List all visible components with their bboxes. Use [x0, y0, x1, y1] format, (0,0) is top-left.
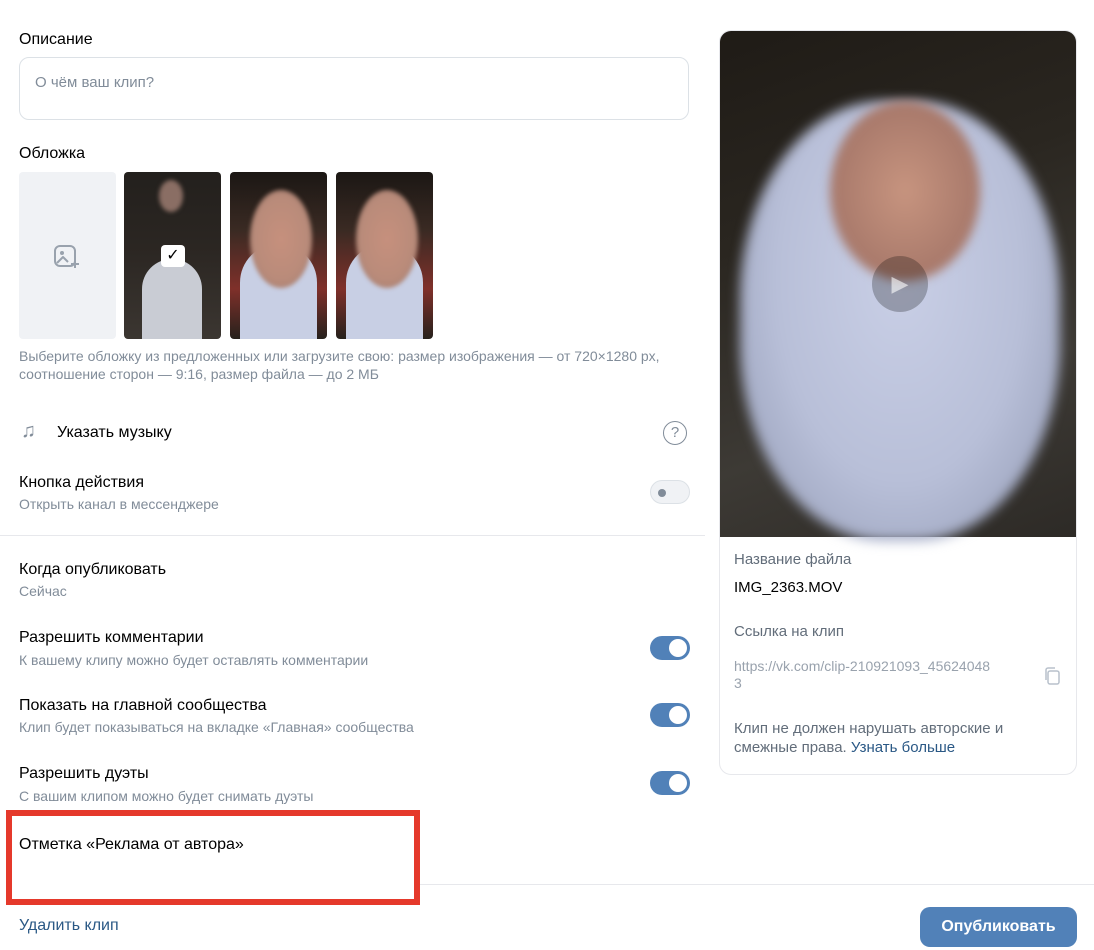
music-button[interactable]: Указать музыку [57, 424, 172, 442]
action-button-toggle[interactable] [650, 480, 690, 504]
description-label: Описание [19, 31, 93, 48]
publish-button[interactable]: Опубликовать [920, 907, 1077, 947]
section-divider [0, 535, 705, 536]
publish-time-label[interactable]: Когда опубликовать [19, 561, 166, 579]
blurred-face [830, 101, 980, 281]
learn-more-link[interactable]: Узнать больше [851, 739, 955, 756]
allow-duets-label: Разрешить дуэты [19, 765, 149, 782]
cover-label: Обложка [19, 145, 86, 162]
video-preview[interactable]: ▶ [720, 31, 1076, 541]
action-button-label: Кнопка действия [19, 474, 145, 491]
toggle-knob [669, 774, 687, 792]
cover-thumbnail-1[interactable]: ✓ [124, 172, 221, 339]
cover-hint: Выберите обложку из предложенных или заг… [19, 348, 660, 382]
selected-check-icon: ✓ [161, 245, 185, 267]
cover-thumbnail-2[interactable] [230, 172, 327, 339]
action-button-sub: Открыть канал в мессенджере [19, 496, 219, 512]
blurred-face [250, 190, 312, 288]
allow-duets-sub: С вашим клипом можно будет снимать дуэты [19, 788, 314, 804]
toggle-knob [669, 639, 687, 657]
show-on-main-toggle[interactable] [650, 703, 690, 727]
clip-link-value[interactable]: https://vk.com/clip-210921093_456240483 [734, 658, 994, 692]
allow-duets-toggle[interactable] [650, 771, 690, 795]
help-icon[interactable]: ? [663, 421, 687, 445]
play-icon[interactable]: ▶ [872, 256, 928, 312]
description-placeholder: О чём ваш клип? [35, 74, 155, 91]
clip-link-label: Ссылка на клип [734, 623, 845, 640]
red-highlight-box [6, 810, 420, 905]
cover-thumbnail-3[interactable] [336, 172, 433, 339]
allow-comments-sub: К вашему клипу можно будет оставлять ком… [19, 652, 369, 668]
blurred-face [356, 190, 418, 288]
allow-comments-label: Разрешить комментарии [19, 629, 204, 646]
show-on-main-label: Показать на главной сообщества [19, 697, 267, 714]
upload-cover-button[interactable] [19, 172, 116, 339]
image-add-icon [54, 245, 79, 268]
copy-icon[interactable] [1043, 666, 1061, 686]
clip-preview-card: ▶ Название файла IMG_2363.MOV Ссылка на … [719, 30, 1077, 775]
show-on-main-sub: Клип будет показываться на вкладке «Глав… [19, 719, 414, 735]
person-silhouette [142, 259, 202, 339]
description-input[interactable]: О чём ваш клип? [19, 57, 689, 120]
file-name-label: Название файла [734, 551, 852, 568]
music-note-icon: ♫ [21, 420, 36, 442]
delete-clip-link[interactable]: Удалить клип [19, 917, 119, 935]
copyright-note: Клип не должен нарушать авторские и смеж… [734, 719, 1054, 757]
footer-divider [420, 884, 1094, 885]
publish-time-value[interactable]: Сейчас [19, 583, 67, 599]
blurred-face [159, 180, 183, 212]
toggle-knob [669, 706, 687, 724]
file-name-value: IMG_2363.MOV [734, 579, 843, 596]
allow-comments-toggle[interactable] [650, 636, 690, 660]
toggle-knob [658, 489, 666, 497]
